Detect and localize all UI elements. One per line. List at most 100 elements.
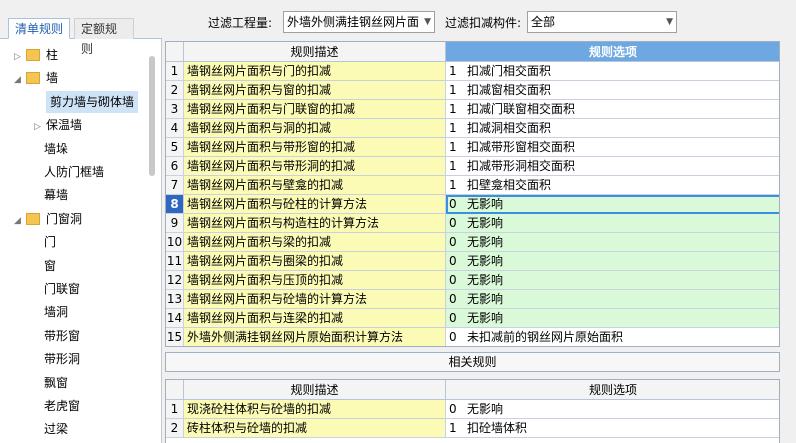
tree-item[interactable]: 窗 bbox=[44, 255, 56, 277]
tree-item-label: 柱 bbox=[46, 48, 59, 62]
tree-item-label: 过梁 bbox=[44, 422, 69, 437]
column-header-option[interactable]: 规则选项 bbox=[446, 380, 779, 400]
table-row[interactable]: 15 外墙外侧满挂钢丝网片原始面积计算方法 0 未扣减前的钢丝网片原始面积 bbox=[166, 328, 779, 346]
option-text: 扣减洞相交面积 bbox=[467, 121, 552, 135]
rule-option[interactable]: 0 无影响 bbox=[446, 271, 779, 290]
tree-item-label: 墙 bbox=[46, 71, 59, 86]
rule-option[interactable]: 0 无影响 bbox=[446, 252, 779, 271]
option-code: 0 bbox=[449, 273, 457, 287]
tree-item[interactable]: 墙洞 bbox=[44, 301, 68, 323]
tree-item[interactable]: 过梁 bbox=[44, 418, 68, 440]
table-row[interactable]: 10 墙钢丝网片面积与梁的扣减 0 无影响 bbox=[166, 233, 779, 252]
tree-item[interactable]: 飘窗 bbox=[44, 372, 68, 394]
table-row[interactable]: 5 墙钢丝网片面积与带形窗的扣减 1 扣减带形窗相交面积 bbox=[166, 138, 779, 157]
table-row[interactable]: 8 墙钢丝网片面积与砼柱的计算方法 0 无影响 bbox=[166, 195, 779, 214]
filter-comp-select[interactable]: 全部 ▼ bbox=[527, 11, 677, 33]
table-row[interactable]: 3 墙钢丝网片面积与门联窗的扣减 1 扣减门联窗相交面积 bbox=[166, 100, 779, 119]
rule-option[interactable]: 0 无影响 bbox=[446, 309, 779, 328]
rule-description: 墙钢丝网片面积与构造柱的计算方法 bbox=[184, 214, 446, 233]
rule-description: 墙钢丝网片面积与门联窗的扣减 bbox=[184, 100, 446, 119]
table-row[interactable]: 11 墙钢丝网片面积与圈梁的扣减 0 无影响 bbox=[166, 252, 779, 271]
row-number: 12 bbox=[166, 271, 184, 290]
tree-item[interactable]: ▷ 保温墙 bbox=[34, 114, 82, 136]
table-row[interactable]: 2 砖柱体积与砼墙的扣减 1 扣砼墙体积 bbox=[166, 419, 779, 438]
filter-qty-select[interactable]: 外墙外侧满挂钢丝网片面 ▼ bbox=[283, 11, 435, 33]
chevron-down-icon: ▼ bbox=[666, 17, 673, 27]
tree-item[interactable]: 门 bbox=[44, 231, 56, 253]
rule-option[interactable]: 1 扣壁龛相交面积 bbox=[446, 176, 779, 195]
rule-option[interactable]: 0 无影响 bbox=[446, 195, 779, 214]
tree-item[interactable]: 带形窗 bbox=[44, 325, 80, 347]
table-row[interactable]: 13 墙钢丝网片面积与砼墙的计算方法 0 无影响 bbox=[166, 290, 779, 309]
tree-item[interactable]: 幕墙 bbox=[44, 184, 68, 206]
option-text: 无影响 bbox=[467, 311, 504, 325]
rule-option[interactable]: 1 扣减窗相交面积 bbox=[446, 81, 779, 100]
rule-option[interactable]: 1 扣减带形洞相交面积 bbox=[446, 157, 779, 176]
row-number-header[interactable] bbox=[166, 42, 184, 62]
option-code: 0 bbox=[449, 311, 457, 325]
table-row[interactable]: 2 墙钢丝网片面积与窗的扣减 1 扣减窗相交面积 bbox=[166, 81, 779, 100]
tree-item[interactable]: 剪力墙与砌体墙 bbox=[46, 90, 139, 113]
option-text: 扣减带形洞相交面积 bbox=[467, 159, 576, 173]
table-row[interactable]: 1 墙钢丝网片面积与门的扣减 1 扣减门相交面积 bbox=[166, 62, 779, 81]
expand-arrow-icon[interactable]: ▷ bbox=[14, 46, 26, 68]
tree-scrollbar[interactable] bbox=[149, 56, 155, 176]
tree-item[interactable]: ▷ 柱 bbox=[14, 44, 58, 66]
option-code: 1 bbox=[449, 159, 457, 173]
row-number: 1 bbox=[166, 62, 184, 81]
tree-item-label: 墙垛 bbox=[44, 141, 69, 156]
tree-item-label: 门 bbox=[44, 235, 57, 250]
row-number: 7 bbox=[166, 176, 184, 195]
option-code: 0 bbox=[449, 235, 457, 249]
rule-option[interactable]: 1 扣减洞相交面积 bbox=[446, 119, 779, 138]
row-number: 2 bbox=[166, 419, 184, 438]
tree-item-label: 带形窗 bbox=[44, 328, 81, 343]
table-row[interactable]: 4 墙钢丝网片面积与洞的扣减 1 扣减洞相交面积 bbox=[166, 119, 779, 138]
left-panel: 清单规则 定额规则 ▷ 柱 ◢ 墙剪力墙与砌体墙 ▷ 保温墙 墙垛 人防门框墙 幕墙 ◢ 门窗洞门窗… bbox=[0, 0, 162, 443]
table-row[interactable]: 12 墙钢丝网片面积与压顶的扣减 0 无影响 bbox=[166, 271, 779, 290]
table-row[interactable]: 9 墙钢丝网片面积与构造柱的计算方法 0 无影响 bbox=[166, 214, 779, 233]
rule-option[interactable]: 0 无影响 bbox=[446, 214, 779, 233]
collapse-arrow-icon[interactable]: ◢ bbox=[14, 210, 26, 232]
tree-item[interactable]: ◢ 墙 bbox=[14, 67, 58, 89]
option-text: 扣减门相交面积 bbox=[467, 64, 552, 78]
tree-item[interactable]: 带形洞 bbox=[44, 348, 80, 370]
rule-option[interactable]: 0 无影响 bbox=[446, 400, 779, 419]
tab-bill-rules[interactable]: 清单规则 bbox=[8, 18, 70, 39]
table-row[interactable]: 1 现浇砼柱体积与砼墙的扣减 0 无影响 bbox=[166, 400, 779, 419]
rule-option[interactable]: 1 扣减门联窗相交面积 bbox=[446, 100, 779, 119]
option-text: 无影响 bbox=[467, 197, 504, 211]
rule-option[interactable]: 1 扣减门相交面积 bbox=[446, 62, 779, 81]
rule-option[interactable]: 0 未扣减前的钢丝网片原始面积 bbox=[446, 328, 779, 346]
folder-icon bbox=[26, 72, 40, 85]
row-number: 10 bbox=[166, 233, 184, 252]
rule-option[interactable]: 0 无影响 bbox=[446, 290, 779, 309]
expand-arrow-icon[interactable]: ▷ bbox=[34, 116, 46, 138]
column-header-option[interactable]: 规则选项 bbox=[446, 42, 779, 62]
tree-item[interactable]: 人防门框墙 bbox=[44, 161, 104, 183]
rule-description: 砖柱体积与砼墙的扣减 bbox=[184, 419, 446, 438]
tab-quota-rules[interactable]: 定额规则 bbox=[74, 18, 134, 56]
option-code: 1 bbox=[449, 140, 457, 154]
table-row[interactable]: 7 墙钢丝网片面积与壁龛的扣减 1 扣壁龛相交面积 bbox=[166, 176, 779, 195]
rule-tabs: 清单规则 定额规则 bbox=[0, 0, 162, 56]
rule-option[interactable]: 1 扣砼墙体积 bbox=[446, 419, 779, 438]
tree-item[interactable]: 门联窗 bbox=[44, 278, 80, 300]
collapse-arrow-icon[interactable]: ◢ bbox=[14, 69, 26, 91]
rule-option[interactable]: 1 扣减带形窗相交面积 bbox=[446, 138, 779, 157]
option-text: 扣壁龛相交面积 bbox=[467, 178, 552, 192]
rule-description: 墙钢丝网片面积与圈梁的扣减 bbox=[184, 252, 446, 271]
column-header-description[interactable]: 规则描述 bbox=[184, 380, 446, 400]
table-row[interactable]: 6 墙钢丝网片面积与带形洞的扣减 1 扣减带形洞相交面积 bbox=[166, 157, 779, 176]
related-rules-button[interactable]: 相关规则 bbox=[165, 352, 780, 372]
tree-item[interactable]: 老虎窗 bbox=[44, 395, 80, 417]
tree-item-label: 保温墙 bbox=[46, 118, 83, 133]
rule-option[interactable]: 0 无影响 bbox=[446, 233, 779, 252]
column-header-description[interactable]: 规则描述 bbox=[184, 42, 446, 62]
tree-item[interactable]: ◢ 门窗洞 bbox=[14, 208, 82, 230]
table-row[interactable]: 14 墙钢丝网片面积与连梁的扣减 0 无影响 bbox=[166, 309, 779, 328]
tree-item-label: 带形洞 bbox=[44, 352, 81, 367]
tree-item[interactable]: 墙垛 bbox=[44, 138, 68, 160]
row-number-header[interactable] bbox=[166, 380, 184, 400]
rule-description: 外墙外侧满挂钢丝网片原始面积计算方法 bbox=[184, 328, 446, 346]
